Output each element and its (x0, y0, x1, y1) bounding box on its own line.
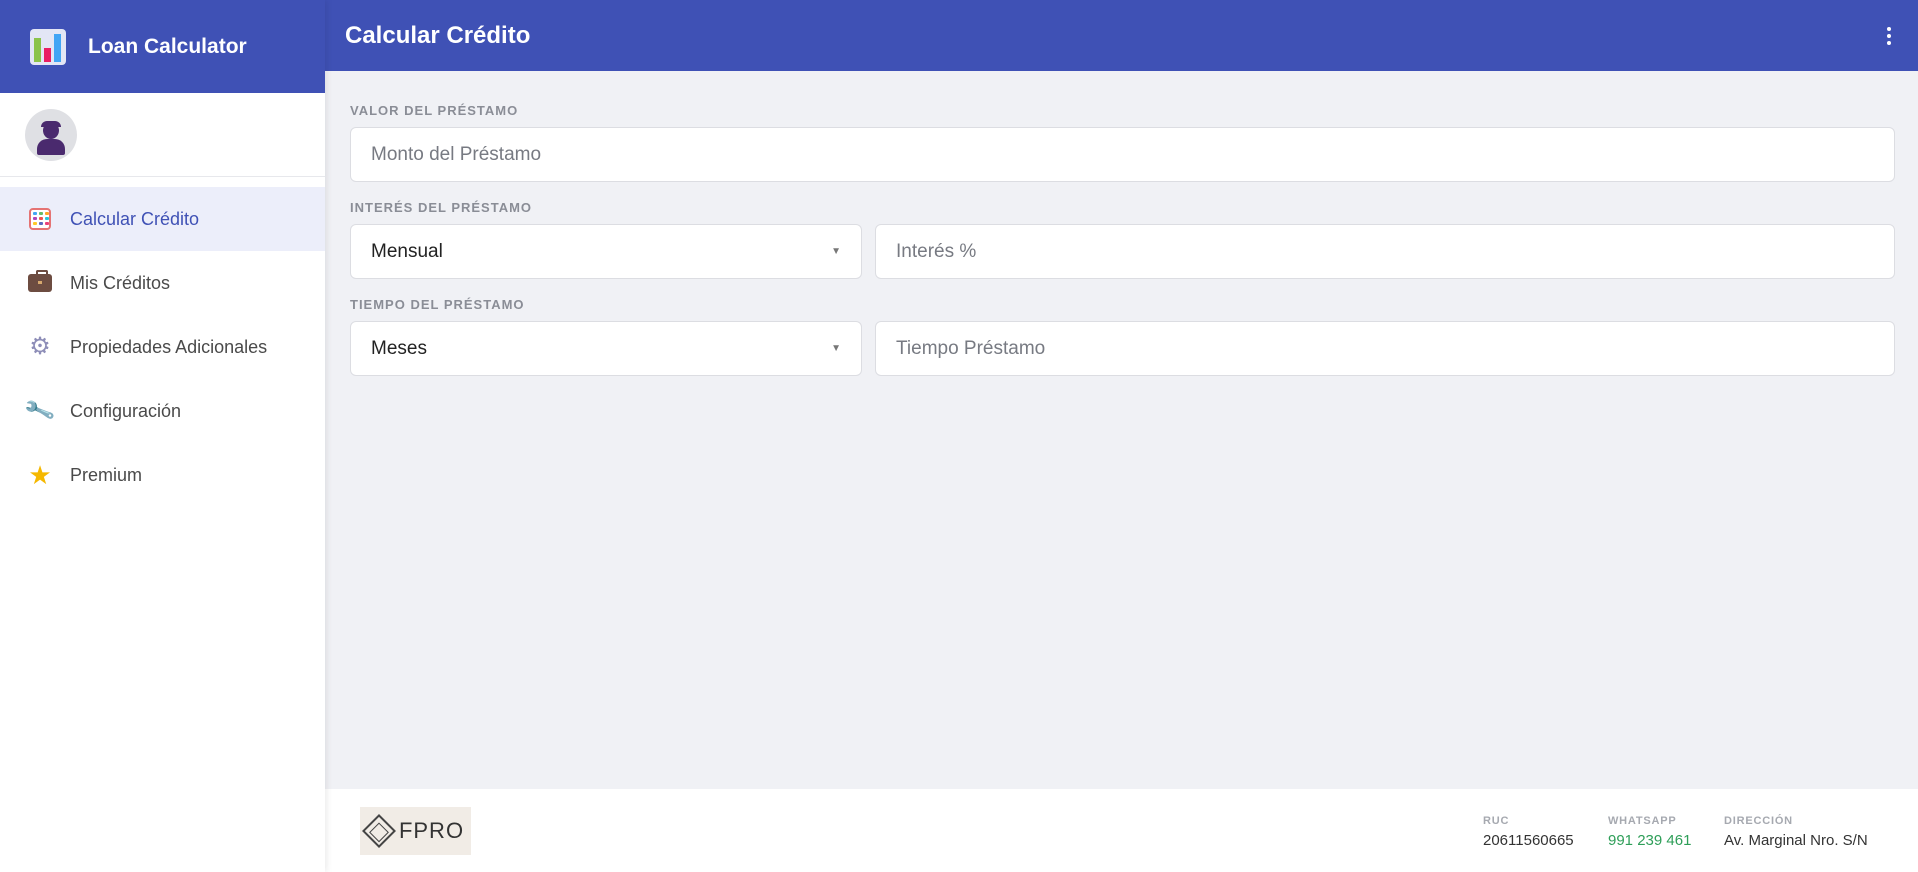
sidebar: Loan Calculator Calcular Crédito Mis Cré… (0, 0, 325, 872)
loan-amount-input[interactable] (371, 143, 1874, 166)
amount-label: VALOR DEL PRÉSTAMO (350, 103, 519, 118)
interest-field-wrapper (875, 224, 1895, 279)
whatsapp-link[interactable]: 991 239 461 (1608, 832, 1691, 849)
amount-field-wrapper (350, 127, 1895, 182)
chevron-down-icon: ▼ (831, 343, 841, 354)
sidebar-item-label: Mis Créditos (70, 272, 171, 293)
sidebar-item-label: Premium (70, 464, 143, 485)
term-unit-value: Meses (371, 337, 427, 359)
sidebar-item-propiedades-adicionales[interactable]: ⚙ Propiedades Adicionales (0, 315, 325, 379)
whatsapp-info: WHATSAPP 991 239 461 (1608, 815, 1691, 849)
interest-period-value: Mensual (371, 240, 443, 262)
term-unit-select[interactable]: Meses ▼ (350, 321, 862, 376)
ruc-label: RUC (1483, 815, 1510, 827)
footer: FPRO RUC 20611560665 WHATSAPP 991 239 46… (325, 789, 1918, 872)
sidebar-nav: Calcular Crédito Mis Créditos ⚙ Propieda… (0, 177, 325, 507)
term-field-wrapper (875, 321, 1895, 376)
avatar[interactable] (25, 108, 77, 161)
page-title: Calcular Crédito (345, 21, 531, 49)
app-logo-icon (30, 28, 66, 65)
term-group: TIEMPO DEL PRÉSTAMO Meses ▼ (350, 297, 1895, 376)
ruc-value: 20611560665 (1483, 832, 1574, 849)
app-title: Loan Calculator (88, 34, 247, 58)
star-icon: ★ (28, 460, 52, 490)
wrench-icon: 🔧 (22, 394, 57, 427)
interest-rate-input[interactable] (896, 240, 1874, 263)
sidebar-item-mis-creditos[interactable]: Mis Créditos (0, 251, 325, 315)
interest-group: INTERÉS DEL PRÉSTAMO Mensual ▼ (350, 200, 1895, 279)
term-label: TIEMPO DEL PRÉSTAMO (350, 297, 525, 312)
whatsapp-label: WHATSAPP (1608, 815, 1677, 827)
sidebar-item-label: Configuración (70, 400, 182, 421)
calculator-icon (28, 207, 52, 231)
sidebar-item-configuracion[interactable]: 🔧 Configuración (0, 379, 325, 443)
sidebar-item-premium[interactable]: ★ Premium (0, 443, 325, 507)
address-info: DIRECCIÓN Av. Marginal Nro. S/N (1724, 815, 1868, 849)
address-value: Av. Marginal Nro. S/N (1724, 832, 1868, 849)
sidebar-item-label: Propiedades Adicionales (70, 336, 268, 357)
company-logo-text: FPRO (398, 817, 465, 843)
gear-icon: ⚙ (29, 333, 51, 360)
interest-period-select[interactable]: Mensual ▼ (350, 224, 862, 279)
address-label: DIRECCIÓN (1724, 815, 1793, 827)
brand-header: Loan Calculator (0, 0, 325, 93)
sidebar-item-calcular-credito[interactable]: Calcular Crédito (0, 187, 325, 251)
user-profile (0, 93, 325, 177)
diamond-logo-icon (361, 813, 396, 848)
loan-term-input[interactable] (896, 337, 1874, 360)
chevron-down-icon: ▼ (831, 246, 841, 257)
ruc-info: RUC 20611560665 (1483, 815, 1574, 849)
sidebar-item-label: Calcular Crédito (70, 208, 200, 229)
company-logo: FPRO (360, 806, 471, 855)
interest-label: INTERÉS DEL PRÉSTAMO (350, 200, 533, 215)
top-app-bar: Calcular Crédito (325, 0, 1918, 71)
loan-form: VALOR DEL PRÉSTAMO INTERÉS DEL PRÉSTAMO … (325, 71, 1918, 789)
more-options-icon[interactable] (1886, 27, 1892, 45)
briefcase-icon (28, 270, 52, 295)
amount-group: VALOR DEL PRÉSTAMO (350, 103, 1895, 182)
